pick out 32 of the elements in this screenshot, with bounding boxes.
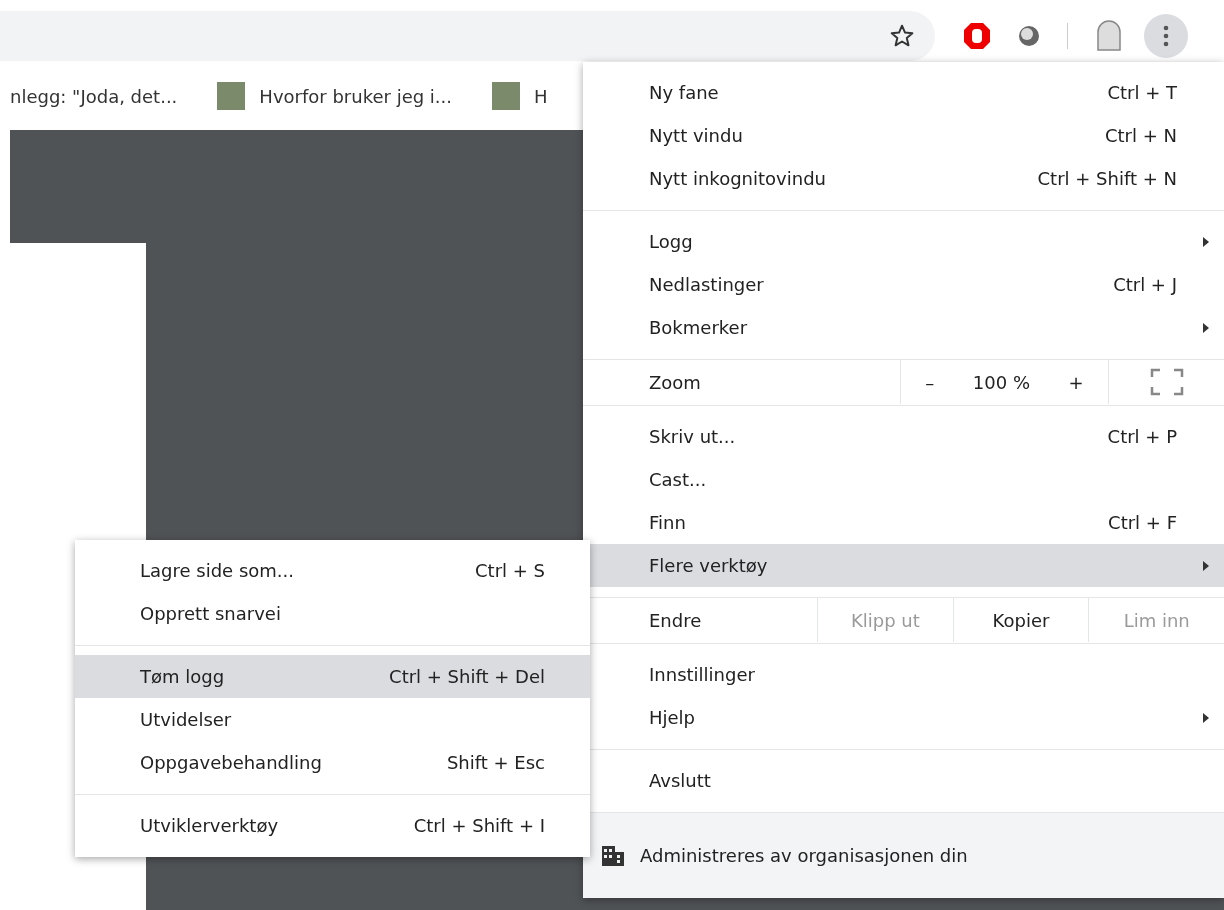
favicon-placeholder	[217, 82, 246, 110]
menu-item[interactable]: Logg	[583, 220, 1224, 263]
menu-item[interactable]: Cast...	[583, 458, 1224, 501]
fullscreen-icon[interactable]	[1149, 368, 1184, 396]
menu-item[interactable]: Nedlastinger Ctrl + J	[583, 263, 1224, 306]
menu-button[interactable]	[1144, 14, 1188, 58]
menu-item[interactable]: Tøm logg Ctrl + Shift + Del	[75, 655, 590, 698]
tombstone-icon[interactable]	[1094, 20, 1124, 52]
managed-notice: Administreres av organisasjonen din	[583, 813, 1224, 898]
building-icon	[602, 845, 624, 866]
zoom-out-button[interactable]: –	[915, 367, 945, 397]
menu-item[interactable]: Ny fane Ctrl + T	[583, 71, 1224, 114]
menu-item[interactable]: Finn Ctrl + F	[583, 501, 1224, 544]
zoom-level: 100 %	[972, 371, 1031, 393]
menu-item[interactable]: Opprett snarvei	[75, 592, 590, 635]
bookmark[interactable]: H	[492, 82, 548, 110]
favicon-placeholder	[492, 82, 521, 110]
star-icon[interactable]	[889, 23, 915, 49]
more-icon	[1163, 25, 1169, 47]
bookmark[interactable]: Hvorfor bruker jeg i...	[217, 82, 453, 110]
menu-item[interactable]: Nytt inkognitovindu Ctrl + Shift + N	[583, 157, 1224, 200]
bookmark[interactable]: nlegg: "Joda, det...	[10, 85, 178, 107]
menu-item[interactable]: Nytt vindu Ctrl + N	[583, 114, 1224, 157]
edit-label: Endre	[648, 608, 703, 633]
menu-item[interactable]: Bokmerker	[583, 306, 1224, 349]
stop-hand-icon[interactable]	[963, 22, 991, 50]
zoom-in-button[interactable]: +	[1058, 367, 1094, 397]
menu-item[interactable]: Utvidelser	[75, 698, 590, 741]
circle-icon[interactable]	[1017, 24, 1041, 48]
menu-item[interactable]: Skriv ut... Ctrl + P	[583, 415, 1224, 458]
menu-item[interactable]: Oppgavebehandling Shift + Esc	[75, 741, 590, 784]
zoom-label: Zoom	[648, 370, 702, 395]
